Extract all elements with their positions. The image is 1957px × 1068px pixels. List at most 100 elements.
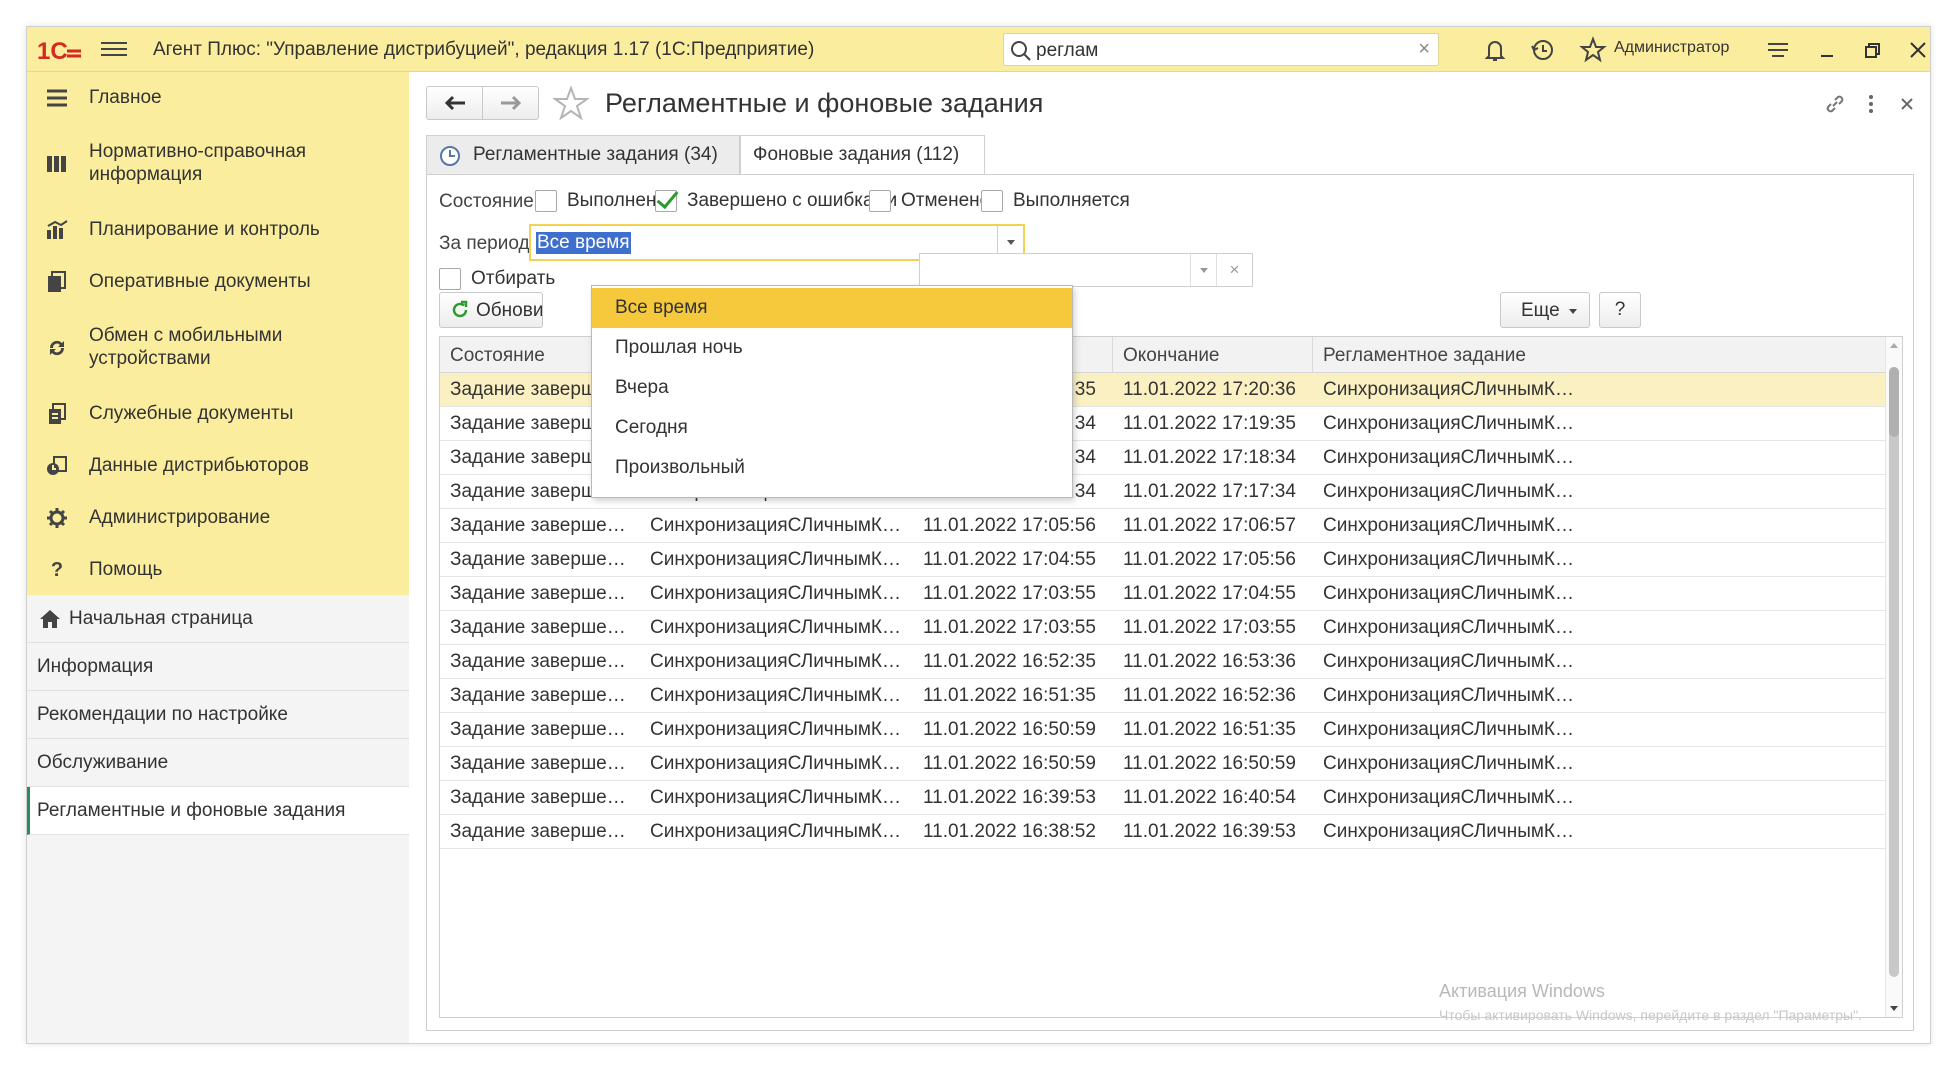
- 1c-logo-icon: 1С: [37, 37, 83, 63]
- table-cell: Задание завершено с...: [450, 719, 640, 740]
- settings-menu-icon[interactable]: [1764, 36, 1792, 64]
- nav-home-page[interactable]: Начальная страница: [27, 595, 409, 643]
- restore-icon[interactable]: [1858, 36, 1886, 64]
- history-icon[interactable]: [1529, 36, 1557, 64]
- sidebar-item-help[interactable]: ? Помощь: [27, 544, 409, 596]
- user-name[interactable]: Администратор: [1614, 39, 1729, 57]
- table-cell: Задание завершено с...: [450, 651, 640, 672]
- table-row[interactable]: Задание завершено с... СинхронизацияСЛичн…: [440, 611, 1886, 645]
- bell-icon[interactable]: [1481, 36, 1509, 64]
- sidebar-item-label: Администрирование: [89, 507, 271, 528]
- search-input[interactable]: реглам ×: [1003, 33, 1439, 66]
- sidebar-item-administration[interactable]: Администрирование: [27, 492, 409, 544]
- nav-maintenance[interactable]: Обслуживание: [27, 739, 409, 787]
- table-row[interactable]: Задание завершено с... СинхронизацияСЛичн…: [440, 577, 1886, 611]
- search-value: реглам: [1036, 40, 1099, 61]
- link-icon[interactable]: [1823, 92, 1847, 116]
- state-completed-checkbox[interactable]: Выполнено: [535, 189, 667, 213]
- period-option[interactable]: Прошлая ночь: [592, 328, 1072, 368]
- close-window-icon[interactable]: [1904, 36, 1930, 64]
- minimize-icon[interactable]: [1813, 36, 1841, 64]
- column-header-end[interactable]: Окончание: [1113, 337, 1313, 373]
- page-title: Регламентные и фоновые задания: [605, 88, 1044, 118]
- sidebar-item-planning[interactable]: Планирование и контроль: [27, 204, 409, 256]
- catalog-icon: [45, 152, 69, 176]
- scrollbar-thumb[interactable]: [1889, 367, 1899, 437]
- refresh-button[interactable]: Обновить: [439, 292, 543, 328]
- documents-icon: [45, 270, 69, 294]
- table-row[interactable]: Задание завершено с... СинхронизацияСЛичн…: [440, 645, 1886, 679]
- table-cell: Задание завершено с...: [450, 583, 640, 604]
- period-option[interactable]: Произвольный: [592, 448, 1072, 488]
- nav-scheduled-jobs[interactable]: Регламентные и фоновые задания: [27, 787, 409, 835]
- table-cell: 11.01.2022 16:50:59: [923, 753, 1096, 774]
- checkbox-box[interactable]: [655, 190, 677, 212]
- sidebar-item-operative-docs[interactable]: Оперативные документы: [27, 256, 409, 308]
- table-cell: СинхронизацияСЛичнымКабинетом: [650, 617, 913, 638]
- more-button[interactable]: Еще: [1500, 292, 1590, 328]
- nav-information[interactable]: Информация: [27, 643, 409, 691]
- close-page-icon[interactable]: [1895, 92, 1919, 116]
- checkbox-box[interactable]: [535, 190, 557, 212]
- forward-button[interactable]: [483, 87, 539, 119]
- checkbox-label: Отбирать: [471, 268, 556, 289]
- more-actions-icon[interactable]: [1859, 92, 1883, 116]
- table-cell: СинхронизацияСЛичнымКабинетом: [650, 549, 913, 570]
- tab-label: Фоновые задания (112): [753, 144, 960, 165]
- tab-scheduled-jobs[interactable]: Регламентные задания (34): [426, 135, 740, 175]
- table-cell: Задание завершено с...: [450, 787, 640, 808]
- scroll-up-icon[interactable]: [1890, 343, 1898, 348]
- period-option[interactable]: Сегодня: [592, 408, 1072, 448]
- table-cell: СинхронизацияСЛичнымКабинетом: [1323, 515, 1593, 536]
- state-cancelled-checkbox[interactable]: Отменено: [869, 189, 990, 213]
- vertical-scrollbar[interactable]: [1885, 337, 1902, 1017]
- sidebar-item-label: Обмен с мобильными устройствами: [89, 325, 283, 369]
- period-option[interactable]: Вчера: [592, 368, 1072, 408]
- table-row[interactable]: Задание завершено с... СинхронизацияСЛичн…: [440, 679, 1886, 713]
- sidebar-item-label: Помощь: [89, 559, 163, 580]
- job-filter-select[interactable]: ×: [919, 253, 1253, 287]
- checkbox-label: Выполнено: [567, 190, 667, 211]
- back-button[interactable]: [427, 87, 483, 119]
- favorites-star-icon[interactable]: [1579, 36, 1607, 64]
- state-failed-checkbox[interactable]: Завершено с ошибками: [655, 189, 897, 213]
- scroll-down-icon[interactable]: [1890, 1006, 1898, 1011]
- clear-icon[interactable]: ×: [1216, 254, 1252, 286]
- main-menu-icon[interactable]: [101, 38, 127, 60]
- chevron-down-icon[interactable]: [1190, 254, 1216, 286]
- table-row[interactable]: Задание завершено с... СинхронизацияСЛичн…: [440, 713, 1886, 747]
- sidebar-item-distributor-data[interactable]: Данные дистрибьюторов: [27, 440, 409, 492]
- table-cell: СинхронизацияСЛичнымКабинетом: [650, 583, 913, 604]
- filter-by-job-checkbox[interactable]: Отбирать: [439, 267, 555, 291]
- table-row[interactable]: Задание завершено с... СинхронизацияСЛичн…: [440, 543, 1886, 577]
- state-running-checkbox[interactable]: Выполняется: [981, 189, 1130, 213]
- column-header-scheduled-job[interactable]: Регламентное задание: [1313, 337, 1886, 373]
- scrollbar-track[interactable]: [1889, 367, 1899, 977]
- sidebar-item-mobile-exchange[interactable]: Обмен с мобильными устройствами: [27, 308, 409, 388]
- table-cell: СинхронизацияСЛичнымКабинетом: [1323, 787, 1593, 808]
- table-cell: 11.01.2022 16:50:59: [1123, 753, 1296, 774]
- sidebar-item-service-docs[interactable]: Служебные документы: [27, 388, 409, 440]
- help-button[interactable]: ?: [1599, 292, 1641, 328]
- checkbox-box[interactable]: [869, 190, 891, 212]
- search-clear-icon[interactable]: ×: [1418, 38, 1430, 61]
- table-row[interactable]: Задание завершено с... СинхронизацияСЛичн…: [440, 815, 1886, 849]
- table-row[interactable]: Задание завершено с... СинхронизацияСЛичн…: [440, 747, 1886, 781]
- open-pages-panel: Начальная страница Информация Рекомендац…: [27, 595, 409, 1043]
- checkbox-box[interactable]: [981, 190, 1003, 212]
- table-cell: 11.01.2022 17:17:34: [1123, 481, 1296, 502]
- table-row[interactable]: Задание завершено с... СинхронизацияСЛичн…: [440, 509, 1886, 543]
- table-cell: 11.01.2022 17:19:35: [1123, 413, 1296, 434]
- app-title: Агент Плюс: "Управление дистрибуцией", р…: [153, 39, 815, 60]
- nav-label: Начальная страница: [69, 608, 253, 629]
- tab-background-jobs[interactable]: Фоновые задания (112): [740, 135, 985, 176]
- sidebar-item-main[interactable]: Главное: [27, 72, 409, 124]
- nav-setup-recommendations[interactable]: Рекомендации по настройке: [27, 691, 409, 739]
- sync-icon: [45, 336, 69, 360]
- add-to-favorites-star-icon[interactable]: [551, 85, 591, 121]
- sidebar-item-reference[interactable]: Нормативно-справочная информация: [27, 124, 409, 204]
- table-cell: 11.01.2022 16:52:35: [923, 651, 1096, 672]
- table-row[interactable]: Задание завершено с... СинхронизацияСЛичн…: [440, 781, 1886, 815]
- checkbox-box[interactable]: [439, 268, 461, 290]
- period-option[interactable]: Все время: [592, 288, 1072, 328]
